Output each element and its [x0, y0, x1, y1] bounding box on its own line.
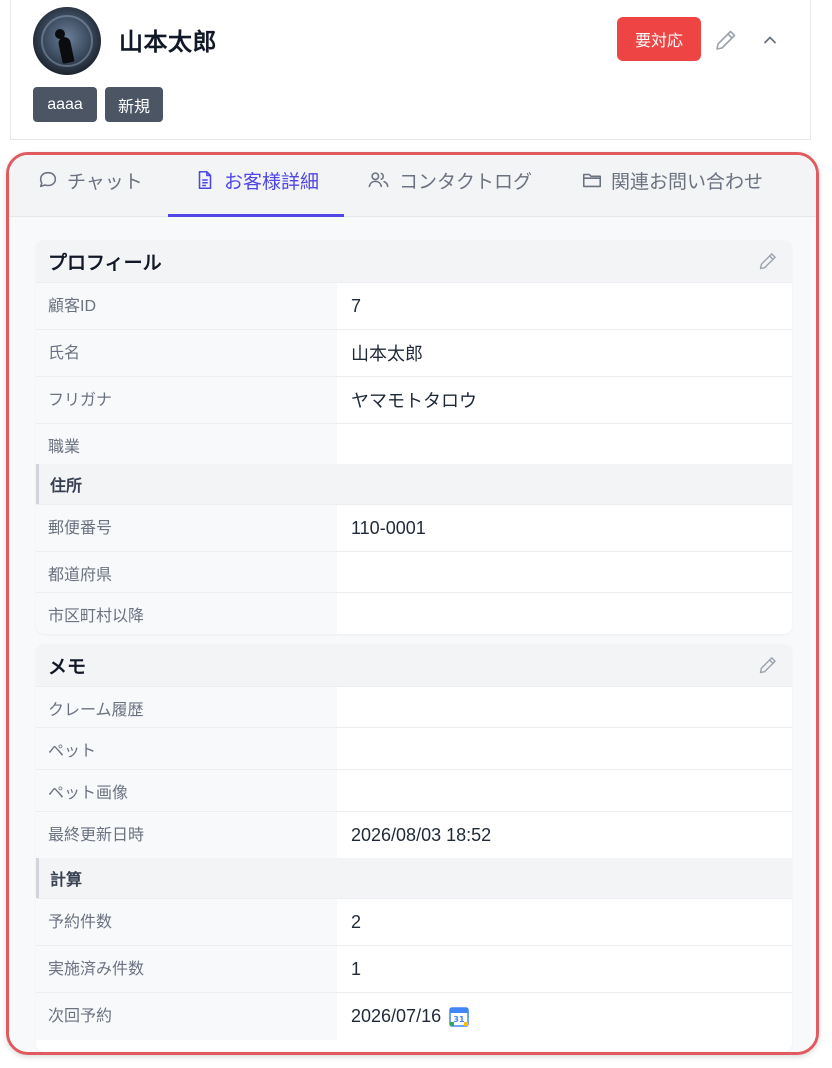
field-label: ペット [36, 728, 337, 769]
field-row-next-reservation: 次回予約 2026/07/16 31 [36, 992, 792, 1040]
field-value: 2 [337, 899, 792, 945]
field-label: 次回予約 [36, 993, 337, 1040]
address-group-header: 住所 [36, 464, 792, 504]
field-row-furigana: フリガナ ヤマモトタロウ [36, 376, 792, 423]
status-button[interactable]: 要対応 [617, 17, 701, 61]
tab-related-inquiries[interactable]: 関連お問い合わせ [581, 165, 763, 195]
field-label: 顧客ID [36, 283, 337, 329]
tab-contact-log[interactable]: コンタクトログ [367, 165, 532, 195]
field-value: 山本太郎 [337, 330, 792, 376]
customer-detail-panel: チャット お客様詳細 コンタクトログ 関連お問い合わせ プロフィール 顧客ID … [6, 152, 819, 1055]
field-row-customer-id: 顧客ID 7 [36, 282, 792, 329]
next-reservation-date: 2026/07/16 [351, 1006, 442, 1026]
field-value: 2026/08/03 18:52 [337, 812, 792, 858]
field-value [337, 728, 792, 769]
right-rule [810, 0, 811, 140]
profile-section: プロフィール 顧客ID 7 氏名 山本太郎 フリガナ ヤマモトタロウ 職業 住所… [36, 240, 792, 634]
avatar [33, 7, 101, 75]
field-value: 2026/07/16 31 [337, 993, 792, 1040]
tab-related-inquiries-label: 関連お問い合わせ [611, 171, 764, 193]
users-icon [368, 172, 389, 188]
field-label: 最終更新日時 [36, 812, 337, 858]
tab-chat[interactable]: チャット [37, 165, 143, 195]
customer-name: 山本太郎 [119, 29, 217, 56]
field-value [337, 593, 792, 634]
field-label: 予約件数 [36, 899, 337, 945]
field-value: 7 [337, 283, 792, 329]
field-value: ヤマモトタロウ [337, 377, 792, 423]
tab-customer-details-label: お客様詳細 [224, 171, 320, 193]
field-label: 都道府県 [36, 552, 337, 592]
field-value: 1 [337, 946, 792, 992]
field-label: 氏名 [36, 330, 337, 376]
tag-aaaa: aaaa [33, 87, 97, 122]
field-value [337, 552, 792, 592]
memo-title: メモ [48, 656, 87, 678]
calc-group-header: 計算 [36, 858, 792, 898]
tab-contact-log-label: コンタクトログ [399, 171, 533, 193]
field-label: ペット画像 [36, 770, 337, 811]
field-label: 市区町村以降 [36, 593, 337, 634]
field-label: 郵便番号 [36, 505, 337, 551]
field-row-last-updated: 最終更新日時 2026/08/03 18:52 [36, 811, 792, 858]
memo-header: メモ [36, 644, 792, 686]
field-value [337, 424, 792, 464]
field-label: フリガナ [36, 377, 337, 423]
field-row-occupation: 職業 [36, 423, 792, 464]
field-row-city: 市区町村以降 [36, 592, 792, 634]
svg-text:31: 31 [454, 1015, 466, 1024]
memo-section: メモ クレーム履歴 ペット ペット画像 最終更新日時 2026/08/03 18… [36, 644, 792, 1052]
field-value [337, 770, 792, 811]
field-row-name: 氏名 山本太郎 [36, 329, 792, 376]
pencil-icon[interactable] [714, 28, 738, 52]
tab-chat-label: チャット [67, 171, 143, 193]
header-divider [10, 139, 811, 140]
left-rule [10, 0, 11, 140]
tag-new: 新規 [105, 87, 163, 122]
field-row-pet-image: ペット画像 [36, 769, 792, 811]
document-icon [198, 170, 212, 190]
chat-icon [39, 171, 57, 188]
field-row-claim-history: クレーム履歴 [36, 686, 792, 727]
tab-bar: チャット お客様詳細 コンタクトログ 関連お問い合わせ [9, 155, 816, 217]
field-row-prefecture: 都道府県 [36, 551, 792, 592]
field-row-postal-code: 郵便番号 110-0001 [36, 504, 792, 551]
pencil-icon[interactable] [758, 655, 778, 675]
profile-header: プロフィール [36, 240, 792, 282]
field-row-pet: ペット [36, 727, 792, 769]
field-row-reservation-count: 予約件数 2 [36, 898, 792, 945]
field-label: クレーム履歴 [36, 687, 337, 727]
chevron-up-icon[interactable] [760, 30, 780, 50]
field-label: 実施済み件数 [36, 946, 337, 992]
tab-customer-details[interactable]: お客様詳細 [194, 165, 319, 195]
field-row-completed-count: 実施済み件数 1 [36, 945, 792, 992]
field-value: 110-0001 [337, 505, 792, 551]
folder-icon [582, 173, 602, 188]
calendar-icon[interactable]: 31 [449, 1006, 469, 1027]
field-value [337, 687, 792, 727]
profile-title: プロフィール [48, 252, 162, 274]
active-tab-indicator [168, 214, 344, 217]
pencil-icon[interactable] [758, 251, 778, 271]
field-label: 職業 [36, 424, 337, 464]
